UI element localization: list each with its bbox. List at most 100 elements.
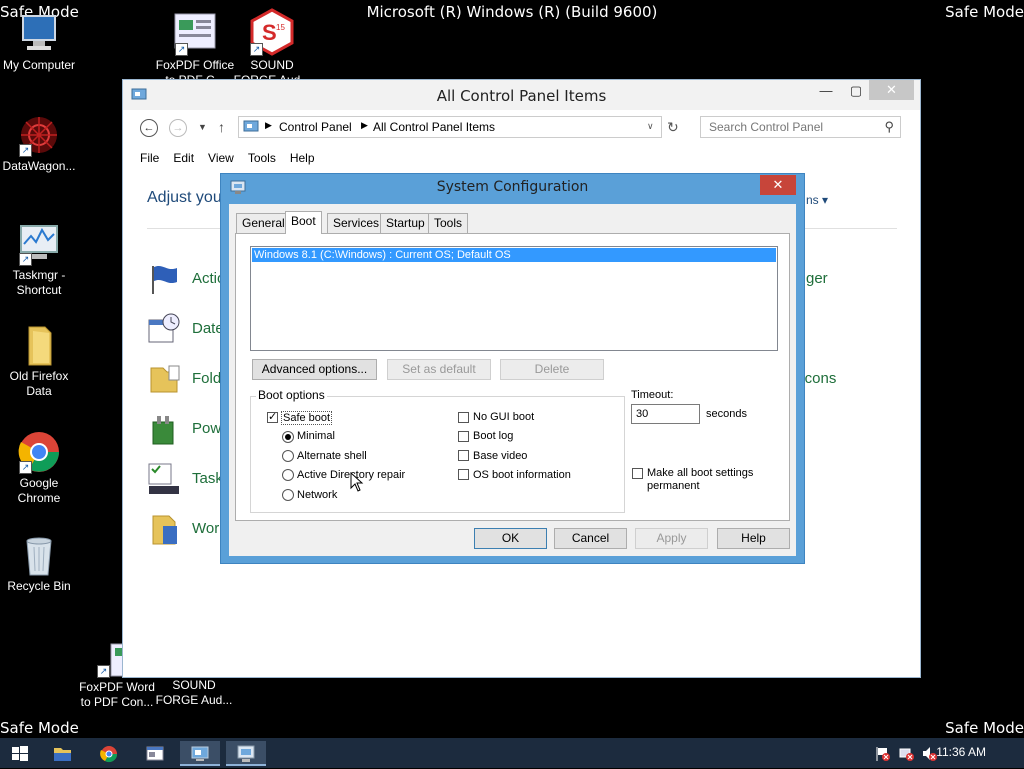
menu-help[interactable]: Help [290,151,315,165]
minimal-radio[interactable] [282,431,294,443]
desktop-icon-sound-forge[interactable]: S15 ↗ SOUND FORGE Aud... [232,8,312,88]
search-icon: ⚲ [884,119,894,134]
svg-text:S: S [262,20,277,45]
minimize-button[interactable]: — [816,80,836,102]
window-app-icon[interactable] [135,741,175,766]
minimal-label[interactable]: Minimal [297,430,335,442]
seconds-label: seconds [706,408,747,420]
cp-item-folder-options[interactable]: Fold [147,362,227,398]
safe-boot-checkbox[interactable] [267,410,278,423]
alternate-shell-label[interactable]: Alternate shell [297,450,367,462]
chevron-right-icon: ▶ [361,120,368,130]
taskbar-control-panel-icon[interactable] [180,741,220,766]
menu-edit[interactable]: Edit [173,151,194,165]
timeout-label: Timeout: [631,389,674,401]
back-arrow-icon[interactable]: ← [140,119,158,137]
chevron-down-icon[interactable]: ∨ [647,121,654,132]
tab-tools[interactable]: Tools [428,213,469,233]
task-manager-icon: ↗ [17,222,61,266]
network-label[interactable]: Network [297,489,337,501]
desktop-icon-my-computer[interactable]: My Computer [0,12,79,73]
tab-boot[interactable]: Boot [285,211,322,234]
cp-item-work-folders[interactable]: Wor [147,512,227,548]
menu-file[interactable]: File [140,151,159,165]
base-video-label[interactable]: Base video [473,450,527,462]
file-explorer-icon[interactable] [42,741,82,766]
start-button[interactable] [0,741,40,766]
set-as-default-button[interactable]: Set as default [387,359,491,380]
cp-item-power-options[interactable]: Pow [147,412,227,448]
delete-button[interactable]: Delete [500,359,604,380]
desktop-icon-sound-forge-2[interactable]: SOUND FORGE Aud... [154,678,234,708]
cp-item-right-label[interactable]: ger [806,270,828,287]
cp-item-taskbar[interactable]: Task [147,462,227,498]
desktop-icon-recycle-bin[interactable]: Recycle Bin [0,533,79,594]
power-icon [147,412,181,446]
alternate-shell-radio[interactable] [282,450,294,462]
desktop-icon-old-firefox-data[interactable]: Old Firefox Data [0,323,79,399]
chrome-icon: ↗ [17,430,61,474]
windows-logo-icon [12,746,28,761]
cp-item-date-time[interactable]: Date [147,312,227,348]
tab-general[interactable]: General [236,213,291,233]
shortcut-arrow-icon: ↗ [19,144,32,157]
help-button[interactable]: Help [717,528,790,549]
desktop-icon-taskmgr[interactable]: ↗ Taskmgr - Shortcut [0,222,79,298]
control-panel-titlebar[interactable]: All Control Panel Items — ▢ ✕ [123,80,920,110]
menu-bar: File Edit View Tools Help [140,151,329,165]
menu-tools[interactable]: Tools [248,151,276,165]
cp-item-action-center[interactable]: Actio [147,262,227,298]
search-input[interactable]: Search Control Panel ⚲ [700,116,901,138]
system-configuration-dialog[interactable]: System Configuration ✕ General Boot Serv… [220,173,805,564]
apply-button[interactable]: Apply [635,528,708,549]
advanced-options-button[interactable]: Advanced options... [252,359,377,380]
active-directory-repair-radio[interactable] [282,469,294,481]
foxpdf-icon: ↗ [173,12,217,56]
taskbar-msconfig-icon[interactable] [226,741,266,766]
make-permanent-label[interactable]: Make all boot settings [647,467,753,479]
taskbar-clock[interactable]: 11:36 AM [936,745,986,759]
folder-icon [17,323,61,367]
breadcrumb-all-items[interactable]: All Control Panel Items [373,120,495,134]
base-video-checkbox[interactable] [458,450,469,461]
breadcrumb-control-panel[interactable]: Control Panel [279,120,352,134]
os-list[interactable]: Windows 8.1 (C:\Windows) : Current OS; D… [250,246,778,351]
close-button[interactable]: ✕ [760,175,796,195]
chrome-icon[interactable] [89,741,129,766]
desktop-icon-datawagon[interactable]: ↗ DataWagon... [0,113,79,174]
desktop-icon-foxpdf-office[interactable]: ↗ FoxPDF Office to PDF C... [155,12,235,88]
no-gui-boot-label[interactable]: No GUI boot [473,411,534,423]
up-arrow-icon[interactable]: ↑ [218,119,225,135]
action-center-flag-icon[interactable] [875,746,891,765]
cancel-button[interactable]: Cancel [554,528,627,549]
ok-button[interactable]: OK [474,528,547,549]
view-by-link[interactable]: ns ▾ [806,193,828,207]
tab-startup[interactable]: Startup [380,213,431,233]
safe-boot-label[interactable]: Safe boot [281,411,333,425]
shortcut-arrow-icon: ↗ [19,253,32,266]
close-button[interactable]: ✕ [869,80,914,100]
menu-view[interactable]: View [208,151,234,165]
boot-log-checkbox[interactable] [458,431,469,442]
os-boot-information-label[interactable]: OS boot information [473,469,571,481]
refresh-icon[interactable]: ↻ [667,119,679,136]
recent-locations-chevron-icon[interactable]: ▼ [198,122,207,132]
maximize-button[interactable]: ▢ [846,80,866,102]
make-permanent-label-2[interactable]: permanent [647,480,700,492]
safe-mode-label: Safe Mode [945,719,1024,737]
search-placeholder: Search Control Panel [709,120,824,134]
os-boot-information-checkbox[interactable] [458,469,469,480]
sound-forge-icon: S 15 ↗ [248,8,296,56]
os-list-item[interactable]: Windows 8.1 (C:\Windows) : Current OS; D… [252,248,776,262]
address-bar[interactable]: ▶ Control Panel ▶ All Control Panel Item… [238,116,662,138]
boot-log-label[interactable]: Boot log [473,430,513,442]
tab-services[interactable]: Services [327,213,386,233]
timeout-input[interactable]: 30 [631,404,700,424]
network-error-icon[interactable] [899,746,915,765]
forward-arrow-icon[interactable]: → [169,119,187,137]
desktop-icon-google-chrome[interactable]: ↗ Google Chrome [0,430,79,506]
network-radio[interactable] [282,489,294,501]
make-permanent-checkbox[interactable] [632,468,643,479]
no-gui-boot-checkbox[interactable] [458,412,469,423]
taskbar: 11:36 AM [0,738,1024,768]
